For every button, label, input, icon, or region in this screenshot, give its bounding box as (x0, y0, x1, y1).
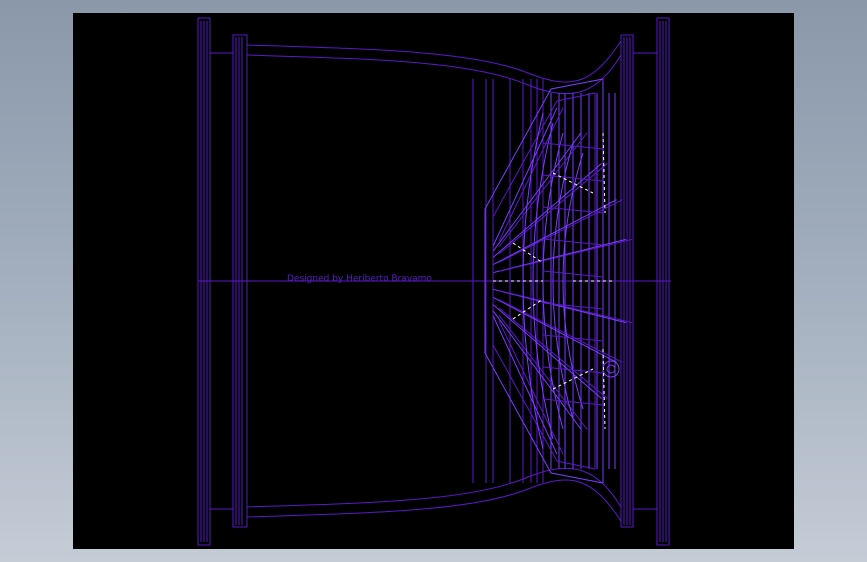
barrel-bottom-inner (246, 467, 622, 508)
designer-watermark: Designed by Heriberto Bravamo (287, 274, 432, 284)
barrel-top-inner (246, 54, 622, 95)
lug-bolt-inner (606, 364, 616, 374)
barrel-bottom-outer (246, 479, 622, 522)
spoke-line-7 (492, 296, 617, 363)
spoke-line-3 (492, 199, 617, 266)
barrel-top-outer (246, 40, 622, 83)
cad-viewport[interactable]: Designed by Heriberto Bravamo (73, 13, 794, 549)
wheel-rim-drawing (197, 17, 671, 546)
spoke-edge-7 (498, 299, 623, 363)
lug-bolt-circle (602, 360, 620, 378)
